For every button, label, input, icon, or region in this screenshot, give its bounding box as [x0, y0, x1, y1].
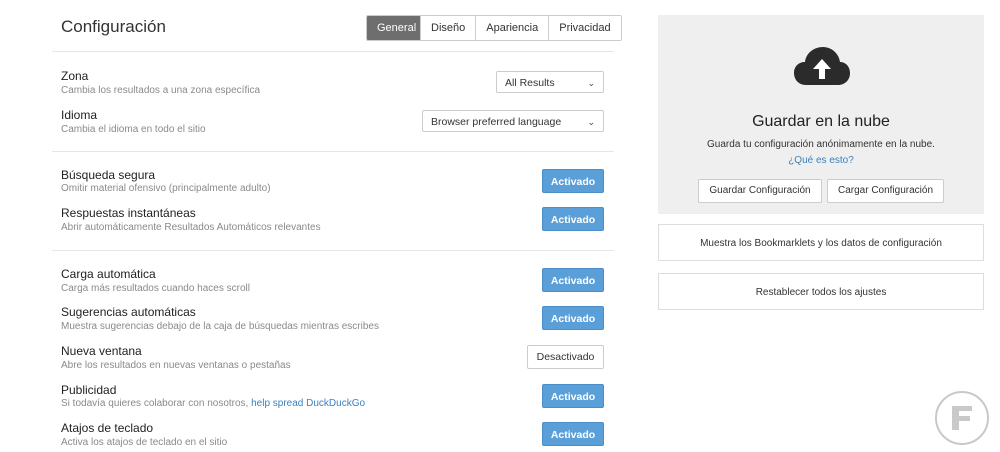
sugerencias-automaticas-label: Sugerencias automáticas [61, 305, 196, 319]
cloud-save-panel: Guardar en la nube Guarda tu configuraci… [658, 15, 984, 214]
respuestas-instantaneas-label: Respuestas instantáneas [61, 206, 196, 220]
publicidad-description-text: Si todavía quieres colaborar con nosotro… [61, 398, 252, 409]
settings-tabs: General Diseño Apariencia Privacidad [366, 15, 622, 41]
respuestas-instantaneas-toggle[interactable]: Activado [542, 207, 604, 231]
what-is-this-link[interactable]: ¿Qué es esto? [658, 155, 984, 166]
carga-automatica-label: Carga automática [61, 267, 156, 281]
idioma-select-value: Browser preferred language [431, 116, 562, 128]
reset-settings-button[interactable]: Restablecer todos los ajustes [658, 273, 984, 310]
publicidad-toggle[interactable]: Activado [542, 384, 604, 408]
cloud-upload-icon [794, 47, 850, 85]
busqueda-segura-description: Omitir material ofensivo (principalmente… [61, 183, 271, 194]
load-config-button[interactable]: Cargar Configuración [827, 179, 944, 203]
busqueda-segura-toggle[interactable]: Activado [542, 169, 604, 193]
zona-select-value: All Results [505, 77, 555, 89]
page-title: Configuración [61, 17, 166, 36]
atajos-teclado-toggle[interactable]: Activado [542, 422, 604, 446]
respuestas-instantaneas-description: Abrir automáticamente Resultados Automát… [61, 222, 321, 233]
nueva-ventana-toggle[interactable]: Desactivado [527, 345, 604, 369]
idioma-label: Idioma [61, 108, 98, 122]
carga-automatica-description: Carga más resultados cuando haces scroll [61, 283, 250, 294]
cloud-description: Guarda tu configuración anónimamente en … [707, 139, 935, 150]
carga-automatica-toggle[interactable]: Activado [542, 268, 604, 292]
tab-privacidad[interactable]: Privacidad [548, 16, 621, 40]
divider [52, 51, 614, 52]
chevron-down-icon: ⌄ [587, 117, 595, 127]
cloud-title: Guardar en la nube [752, 113, 890, 130]
idioma-select[interactable]: Browser preferred language ⌄ [422, 110, 604, 132]
publicidad-label: Publicidad [61, 383, 117, 397]
bookmarklets-button[interactable]: Muestra los Bookmarklets y los datos de … [658, 224, 984, 261]
idioma-description: Cambia el idioma en todo el sitio [61, 124, 206, 135]
tab-apariencia[interactable]: Apariencia [475, 16, 549, 40]
sugerencias-automaticas-toggle[interactable]: Activado [542, 306, 604, 330]
chevron-down-icon: ⌄ [587, 78, 595, 88]
tab-diseno[interactable]: Diseño [420, 16, 476, 40]
help-spread-link[interactable]: help spread DuckDuckGo [251, 398, 365, 409]
watermark-logo-icon [935, 391, 989, 445]
tab-general[interactable]: General [367, 16, 420, 40]
save-config-button[interactable]: Guardar Configuración [698, 179, 822, 203]
busqueda-segura-label: Búsqueda segura [61, 168, 156, 182]
zona-description: Cambia los resultados a una zona específ… [61, 85, 261, 96]
nueva-ventana-label: Nueva ventana [61, 344, 142, 358]
zona-select[interactable]: All Results ⌄ [496, 71, 604, 93]
nueva-ventana-description: Abre los resultados en nuevas ventanas o… [61, 360, 291, 371]
zona-label: Zona [61, 69, 89, 83]
sugerencias-automaticas-description: Muestra sugerencias debajo de la caja de… [61, 321, 379, 332]
divider [52, 151, 614, 152]
publicidad-description: Si todavía quieres colaborar con nosotro… [61, 398, 365, 409]
divider [52, 250, 614, 251]
atajos-teclado-description: Activa los atajos de teclado en el sitio [61, 437, 228, 448]
atajos-teclado-label: Atajos de teclado [61, 421, 154, 435]
